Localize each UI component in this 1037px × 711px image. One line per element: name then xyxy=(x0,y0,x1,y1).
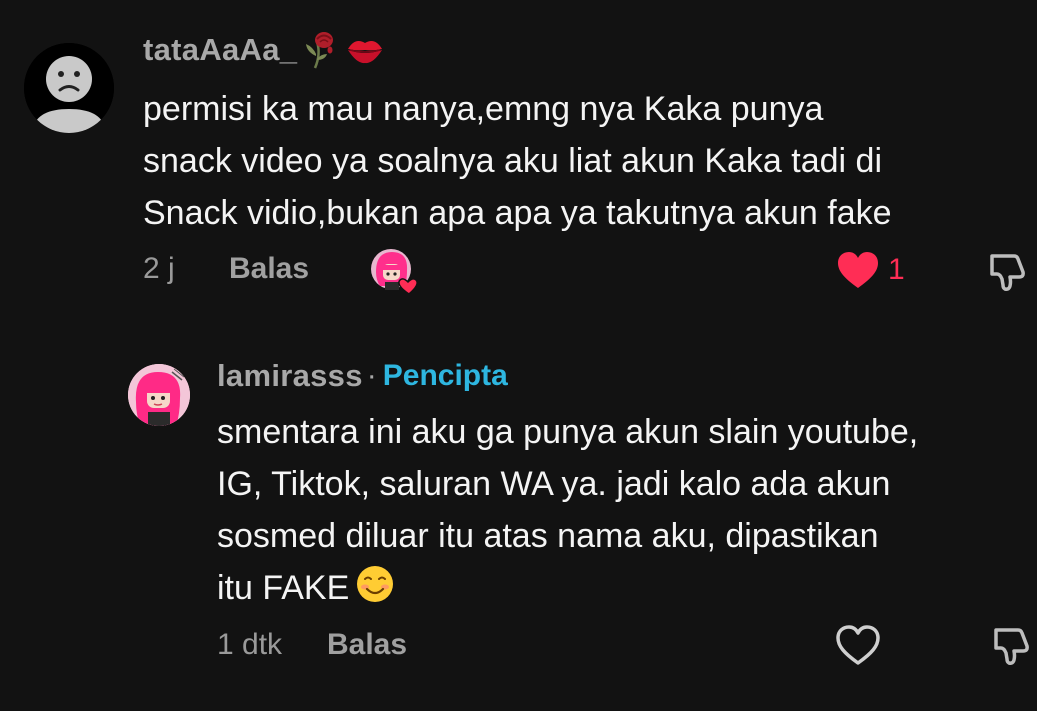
thumbs-down-icon xyxy=(990,254,1025,291)
comment-text: smentara ini aku ga punya akun slain you… xyxy=(217,406,1032,619)
comment-text-content: smentara ini aku ga punya akun slain you… xyxy=(217,413,919,607)
heart-outline-icon xyxy=(836,625,880,665)
comment-actions: 2 j Balas 1 xyxy=(143,248,1025,295)
reply-comment: lamirasss · Pencipta smentara ini aku ga… xyxy=(0,340,1037,711)
dislike-button[interactable] xyxy=(986,250,1028,297)
thumbs-down-icon xyxy=(994,628,1029,665)
username[interactable]: lamirasss xyxy=(217,358,363,394)
reply-button[interactable]: Balas xyxy=(229,252,309,286)
comment-header: lamirasss · Pencipta xyxy=(217,356,508,396)
avatar[interactable] xyxy=(24,43,114,133)
comment-text: permisi ka mau nanya,emng nya Kaka punya… xyxy=(143,90,892,232)
smiling-face-icon xyxy=(355,564,395,619)
separator: · xyxy=(366,359,377,392)
dislike-button[interactable] xyxy=(990,624,1032,671)
creator-avatar-image xyxy=(128,364,190,426)
wilted-rose-icon xyxy=(303,30,339,70)
reply-button[interactable]: Balas xyxy=(327,628,407,662)
like-button[interactable]: 1 xyxy=(836,250,905,290)
like-count: 1 xyxy=(888,253,905,286)
comment-actions: 1 dtk Balas xyxy=(217,624,1029,668)
timestamp: 1 dtk xyxy=(217,628,283,661)
like-button[interactable] xyxy=(835,624,881,666)
timestamp: 2 j xyxy=(143,252,175,285)
username[interactable]: tataAaAa_ xyxy=(143,32,297,68)
comment: tataAaAa_ permisi ka mau nanya,emng nya … xyxy=(0,0,1037,330)
avatar[interactable] xyxy=(128,364,190,426)
comment-header: tataAaAa_ xyxy=(143,28,385,72)
heart-filled-icon xyxy=(838,252,878,288)
default-avatar-icon xyxy=(24,43,114,133)
creator-badge: Pencipta xyxy=(382,359,508,392)
kiss-lips-icon xyxy=(345,33,385,67)
creator-liked-badge xyxy=(370,248,418,295)
